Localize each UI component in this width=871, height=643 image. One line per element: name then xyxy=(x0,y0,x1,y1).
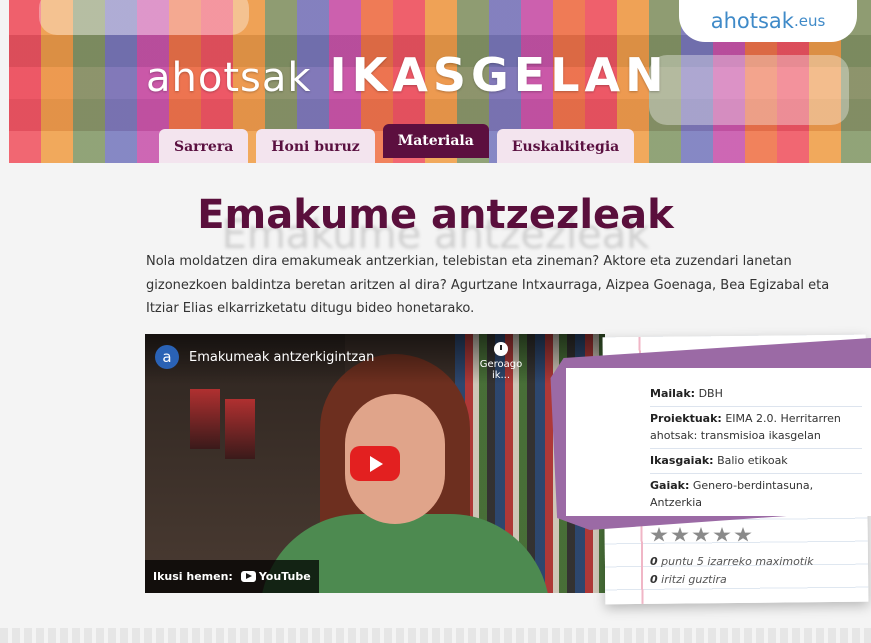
video-title[interactable]: Emakumeak antzerkigintzan xyxy=(189,350,374,365)
star-icon[interactable] xyxy=(671,527,689,542)
page-title: Emakume antzezleak xyxy=(197,192,674,238)
watch-later-button[interactable]: Geroago ik... xyxy=(471,342,531,381)
speech-bubble-decoration xyxy=(39,0,249,35)
youtube-play-icon xyxy=(240,571,256,582)
intro-paragraph: Nola moldatzen dira emakumeak antzerkian… xyxy=(146,254,830,316)
clock-icon xyxy=(494,342,508,356)
header-banner: ahotsak IKASGELAN ahotsak .eus Sarrera Ho… xyxy=(9,0,871,163)
star-icon[interactable] xyxy=(734,527,752,542)
star-icon[interactable] xyxy=(650,527,668,542)
reviews-value: 0 xyxy=(650,573,658,586)
info-row-ikasgaiak: Ikasgaiak: Balio etikoak xyxy=(650,449,862,474)
site-logo[interactable]: ahotsak IKASGELAN xyxy=(146,48,669,108)
site-name: ahotsak xyxy=(710,9,794,33)
star-icon[interactable] xyxy=(713,527,731,542)
ikasgaiak-label: Ikasgaiak: xyxy=(650,454,714,467)
wall-poster xyxy=(190,389,220,449)
info-row-proiektuak: Proiektuak: EIMA 2.0. Herritarren ahotsa… xyxy=(650,407,862,449)
mailak-label: Mailak: xyxy=(650,387,696,400)
nav-tab-honi-buruz[interactable]: Honi buruz xyxy=(256,129,375,163)
speech-bubble-decoration xyxy=(649,55,849,125)
rating-line: 0 puntu 5 izarreko maximotik xyxy=(650,553,814,571)
proiektuak-label: Proiektuak: xyxy=(650,412,722,425)
nav-tab-euskalkitegia[interactable]: Euskalkitegia xyxy=(496,129,635,163)
play-button[interactable] xyxy=(350,446,400,481)
watch-on-label: Ikusi hemen: xyxy=(153,570,233,583)
info-row-gaiak: Gaiak: Genero-berdintasuna, Antzerkia xyxy=(650,474,862,515)
channel-avatar-icon[interactable]: a xyxy=(155,345,179,369)
ahotsak-eus-link[interactable]: ahotsak .eus xyxy=(679,0,857,42)
nav-tab-sarrera[interactable]: Sarrera xyxy=(159,129,249,163)
nav-tab-materiala[interactable]: Materiala xyxy=(382,124,489,158)
youtube-wordmark: YouTube xyxy=(258,570,311,583)
watch-later-label: Geroago ik... xyxy=(479,359,523,381)
rating-text: puntu 5 izarreko maximotik xyxy=(661,555,814,568)
info-row-mailak: Mailak: DBH xyxy=(650,382,862,407)
wall-poster xyxy=(225,399,255,459)
reviews-line: 0 iritzi guztira xyxy=(650,571,814,589)
logo-text-ikasgelan: IKASGELAN xyxy=(329,48,669,102)
ikasgaiak-value[interactable]: Balio etikoak xyxy=(717,454,788,467)
logo-text-ahotsak: ahotsak xyxy=(146,55,312,101)
info-card-text: Mailak: DBH Proiektuak: EIMA 2.0. Herrit… xyxy=(650,382,862,515)
rating-stars[interactable] xyxy=(650,527,752,543)
site-suffix: .eus xyxy=(793,12,826,30)
footer-decoration xyxy=(0,628,871,643)
rating-summary: 0 puntu 5 izarreko maximotik 0 iritzi gu… xyxy=(650,553,814,589)
video-player[interactable]: a Emakumeak antzerkigintzan Geroago ik..… xyxy=(145,334,605,593)
mailak-value[interactable]: DBH xyxy=(699,387,723,400)
main-nav: Sarrera Honi buruz Materiala Euskalkiteg… xyxy=(159,124,635,163)
gaiak-label: Gaiak: xyxy=(650,479,690,492)
star-icon[interactable] xyxy=(692,527,710,542)
reviews-text: iritzi guztira xyxy=(661,573,727,586)
watch-on-youtube-bar[interactable]: Ikusi hemen: YouTube xyxy=(145,560,319,593)
rating-value: 0 xyxy=(650,555,658,568)
youtube-logo: YouTube xyxy=(240,570,311,583)
